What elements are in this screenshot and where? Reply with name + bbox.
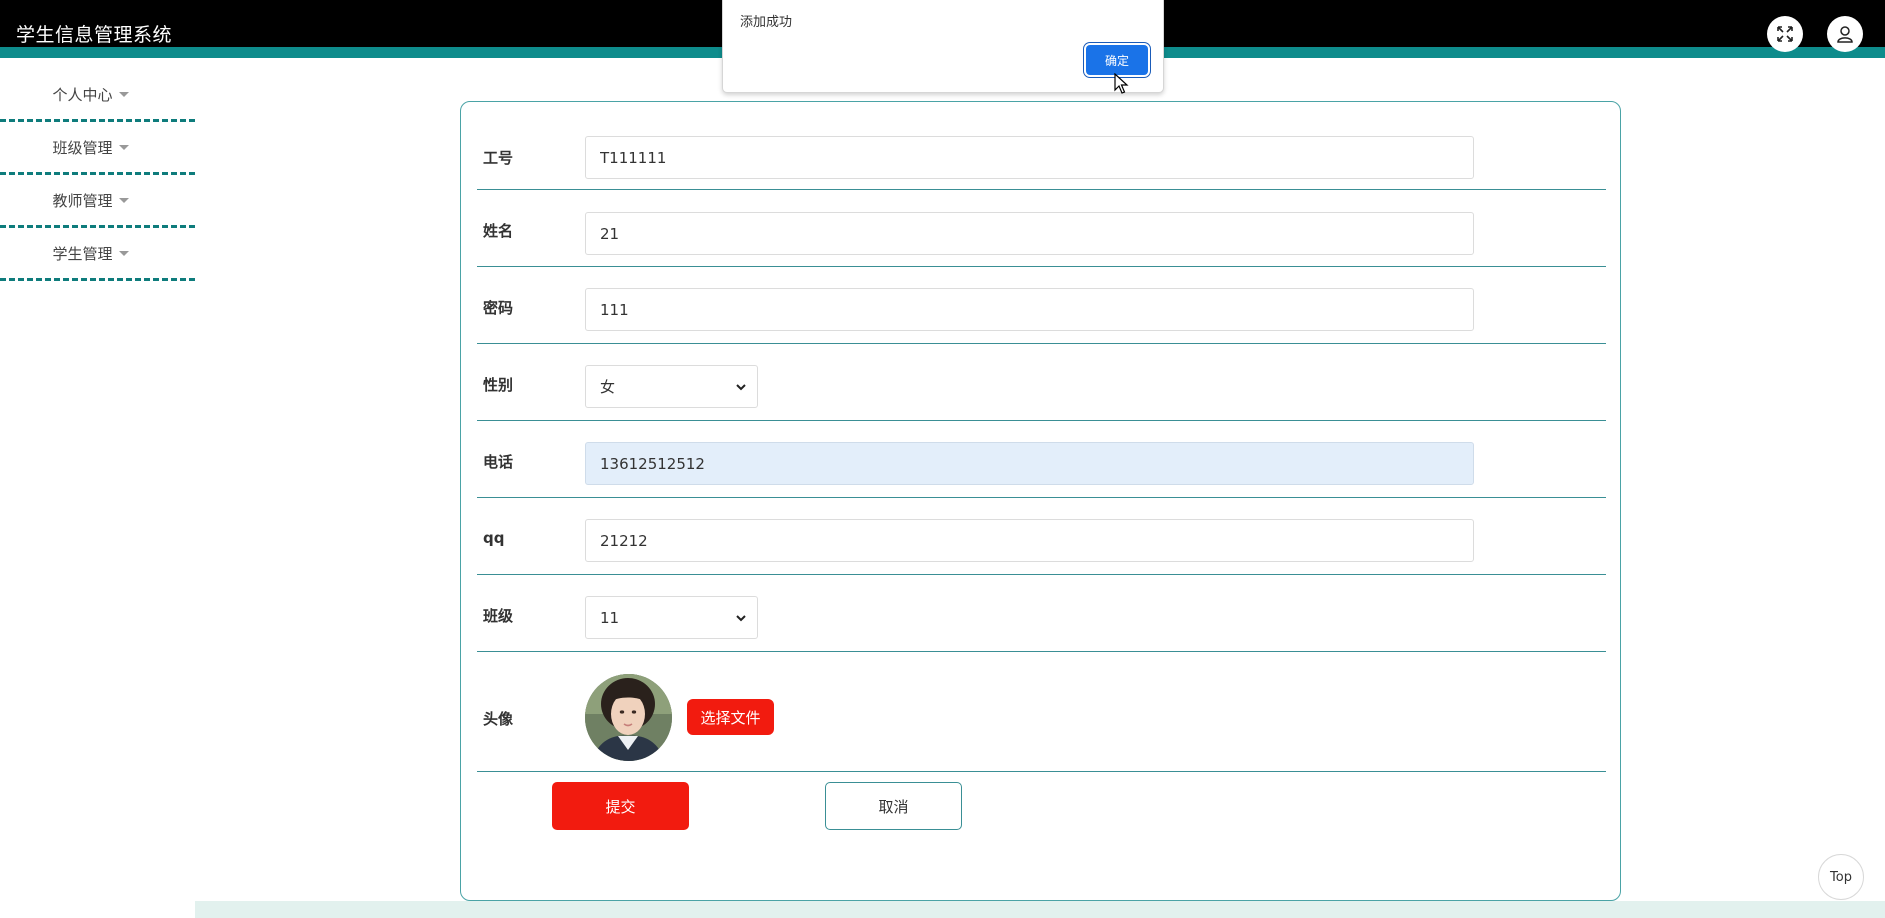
- avatar-label: 头像: [483, 710, 514, 728]
- cancel-button[interactable]: 取消: [825, 782, 962, 830]
- chevron-down-icon: [736, 615, 746, 622]
- form-row-avatar: 头像 选择文件: [477, 652, 1606, 772]
- phone-label: 电话: [483, 453, 514, 471]
- fullscreen-button[interactable]: [1767, 16, 1803, 52]
- form-row-class: 班级 11: [477, 575, 1606, 652]
- form-row-qq: qq: [477, 498, 1606, 575]
- sidebar-item-student-management[interactable]: 学生管理: [0, 228, 195, 281]
- fullscreen-icon: [1777, 26, 1793, 42]
- sidebar-item-label: 个人中心: [52, 85, 113, 104]
- mouse-cursor-icon: [1114, 73, 1129, 94]
- form-row-password: 密码: [477, 267, 1606, 344]
- form-row-name: 姓名: [477, 190, 1606, 267]
- sidebar-item-label: 教师管理: [52, 191, 113, 210]
- class-select[interactable]: 11: [585, 596, 758, 639]
- sidebar-item-class-management[interactable]: 班级管理: [0, 122, 195, 175]
- job-no-label: 工号: [483, 149, 514, 167]
- choose-file-button[interactable]: 选择文件: [687, 699, 774, 735]
- sidebar: 个人中心 班级管理 教师管理 学生管理: [0, 69, 195, 281]
- user-icon: [1837, 26, 1853, 43]
- app-title: 学生信息管理系统: [16, 24, 173, 46]
- sidebar-item-teacher-management[interactable]: 教师管理: [0, 175, 195, 228]
- chevron-down-icon: [736, 384, 746, 391]
- sidebar-item-label: 学生管理: [52, 244, 113, 263]
- dialog-ok-button[interactable]: 确定: [1086, 45, 1148, 75]
- qq-label: qq: [483, 529, 505, 547]
- footer-strip: [195, 901, 1885, 918]
- class-label: 班级: [483, 607, 514, 625]
- form-row-gender: 性别 女: [477, 344, 1606, 421]
- sidebar-item-label: 班级管理: [52, 138, 113, 157]
- form-row-job-no: 工号: [477, 102, 1606, 190]
- job-no-input[interactable]: [585, 136, 1474, 179]
- form-row-phone: 电话: [477, 421, 1606, 498]
- caret-down-icon: [118, 144, 129, 150]
- password-label: 密码: [483, 299, 514, 317]
- name-label: 姓名: [483, 222, 514, 240]
- user-menu-button[interactable]: [1827, 16, 1863, 52]
- qq-input[interactable]: [585, 519, 1474, 562]
- name-input[interactable]: [585, 212, 1474, 255]
- gender-label: 性别: [483, 376, 514, 394]
- class-selected-value: 11: [600, 608, 620, 627]
- teacher-form: 工号 姓名 密码 性别 女 电话 qq 班级 11: [460, 101, 1621, 901]
- avatar-image: [585, 674, 672, 761]
- dialog-message: 添加成功: [740, 15, 793, 30]
- submit-button[interactable]: 提交: [552, 782, 689, 830]
- alert-dialog: 添加成功 确定: [722, 0, 1164, 93]
- caret-down-icon: [118, 250, 129, 256]
- caret-down-icon: [118, 197, 129, 203]
- gender-select[interactable]: 女: [585, 365, 758, 408]
- caret-down-icon: [118, 91, 129, 97]
- gender-selected-value: 女: [600, 378, 616, 396]
- password-input[interactable]: [585, 288, 1474, 331]
- phone-input[interactable]: [585, 442, 1474, 485]
- sidebar-item-personal-center[interactable]: 个人中心: [0, 69, 195, 122]
- back-to-top-button[interactable]: Top: [1818, 854, 1864, 900]
